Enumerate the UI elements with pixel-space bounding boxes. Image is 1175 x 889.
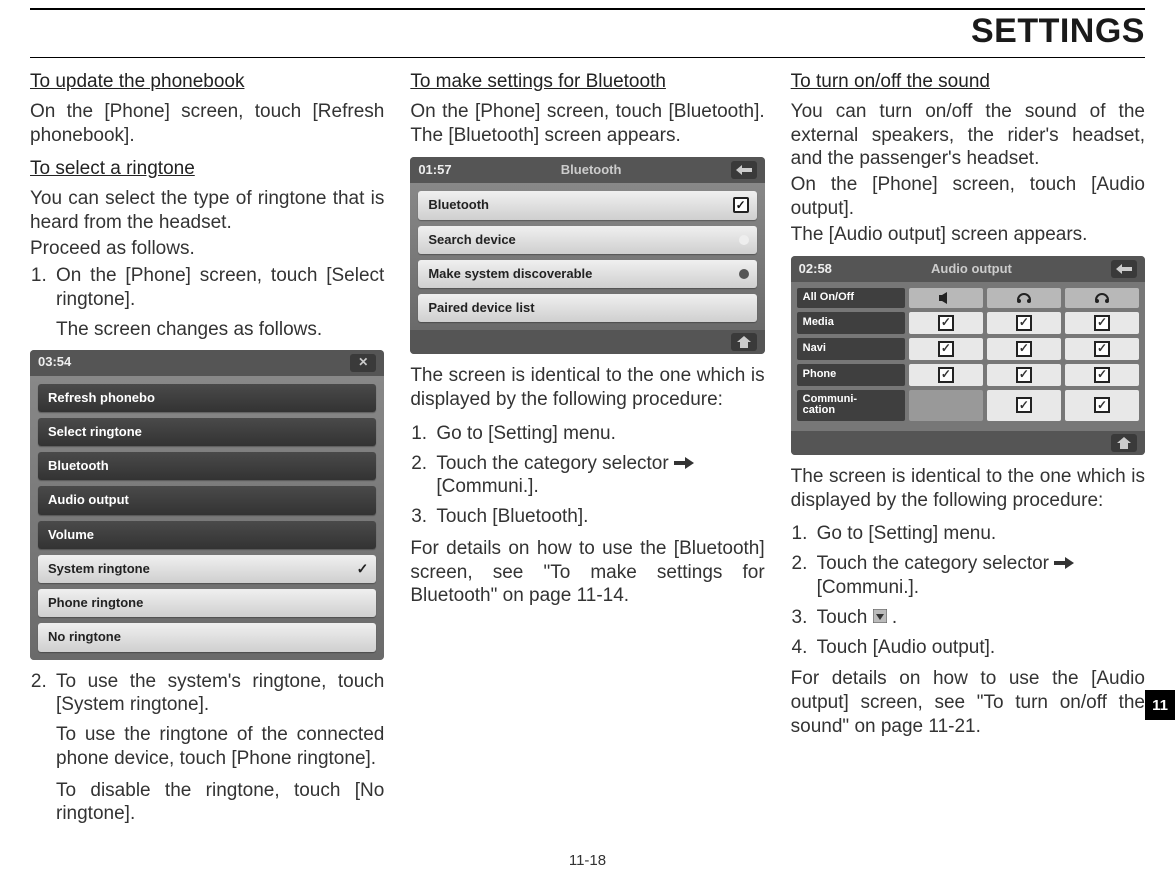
heading-update-phonebook: To update the phonebook — [30, 70, 384, 94]
screen-title: Bluetooth — [462, 162, 721, 178]
arrow-right-icon — [674, 452, 694, 476]
page-title: SETTINGS — [30, 12, 1145, 51]
checkbox-icon[interactable]: ✓ — [733, 197, 749, 213]
li-text: The screen changes as follows. — [56, 318, 384, 342]
home-icon[interactable] — [1111, 434, 1137, 452]
heading-bluetooth-settings: To make settings for Bluetooth — [410, 70, 764, 94]
li-text: [Communi.]. — [436, 476, 538, 497]
para: You can turn on/off the sound of the ext… — [791, 100, 1145, 171]
menu-volume[interactable]: Volume — [38, 521, 376, 549]
checkbox[interactable]: ✓ — [987, 312, 1061, 334]
li-text: . — [892, 607, 897, 628]
column-3: To turn on/off the sound You can turn on… — [791, 68, 1145, 834]
column-1: To update the phonebook On the [Phone] s… — [30, 68, 384, 834]
option-system-ringtone[interactable]: System ringtone ✓ — [38, 555, 376, 583]
list-item: Touch . — [813, 606, 1145, 630]
para: On the [Phone] screen, touch [Refresh ph… — [30, 100, 384, 148]
list-item: Touch [Audio output]. — [813, 636, 1145, 660]
para: The screen is identical to the one which… — [410, 364, 764, 412]
headset-icon — [987, 288, 1061, 308]
home-icon[interactable] — [731, 333, 757, 351]
ao-row-phone: Phone — [797, 364, 905, 386]
menu-audio-output[interactable]: Audio output — [38, 486, 376, 514]
row-label: Search device — [428, 232, 515, 247]
checkbox[interactable]: ✓ — [987, 364, 1061, 386]
checkbox[interactable]: ✓ — [909, 338, 983, 360]
list-item: Go to [Setting] menu. — [813, 522, 1145, 546]
ringtone-screenshot: 03:54 ✕ Refresh phonebo Select ringtone … — [30, 350, 384, 660]
check-icon: ✓ — [357, 560, 369, 578]
checkbox-disabled — [909, 390, 983, 421]
ao-row-communication: Communi- cation — [797, 390, 905, 421]
para: For details on how to use the [Audio out… — [791, 667, 1145, 738]
menu-bluetooth[interactable]: Bluetooth — [38, 452, 376, 480]
ao-row-navi: Navi — [797, 338, 905, 360]
para: For details on how to use the [Bluetooth… — [410, 537, 764, 608]
radio-dot-icon — [739, 235, 749, 245]
row-label: Bluetooth — [428, 197, 489, 212]
bluetooth-screenshot: 01:57 Bluetooth Bluetooth ✓ Search devic… — [410, 157, 764, 354]
list-item: Touch [Bluetooth]. — [432, 505, 764, 529]
para: The screen is identical to the one which… — [791, 465, 1145, 513]
menu-select-ringtone[interactable]: Select ringtone — [38, 418, 376, 446]
option-phone-ringtone[interactable]: Phone ringtone — [38, 589, 376, 617]
li-text: Touch the category selector — [436, 453, 674, 474]
bt-toggle[interactable]: Bluetooth ✓ — [418, 191, 756, 219]
screen-title: Audio output — [842, 261, 1101, 277]
chapter-tab: 11 — [1145, 690, 1175, 720]
back-icon[interactable] — [731, 161, 757, 179]
option-no-ringtone[interactable]: No ringtone — [38, 623, 376, 651]
para: You can select the type of ringtone that… — [30, 187, 384, 235]
audio-output-screenshot: 02:58 Audio output All On/Off Media — [791, 256, 1145, 455]
clock: 02:58 — [799, 261, 832, 277]
checkbox[interactable]: ✓ — [1065, 312, 1139, 334]
li-text: [Communi.]. — [817, 577, 919, 598]
para: Proceed as follows. — [30, 237, 384, 261]
bt-discoverable[interactable]: Make system discoverable — [418, 260, 756, 288]
page-number: 11-18 — [30, 852, 1145, 869]
li-text: Touch the category selector — [817, 553, 1055, 574]
list-item: Touch the category selector [Communi.]. — [432, 452, 764, 500]
para: On the [Phone] screen, touch [Bluetooth]… — [410, 100, 764, 148]
checkbox[interactable]: ✓ — [987, 338, 1061, 360]
speaker-icon — [909, 288, 983, 308]
clock: 03:54 — [38, 354, 71, 370]
checkbox[interactable]: ✓ — [987, 390, 1061, 421]
bt-paired-list[interactable]: Paired device list — [418, 294, 756, 322]
li-text: On the [Phone] screen, touch [Select rin… — [56, 265, 384, 310]
list-item: Touch the category selector [Communi.]. — [813, 552, 1145, 600]
ao-row-media: Media — [797, 312, 905, 334]
close-icon[interactable]: ✕ — [350, 354, 376, 372]
checkbox[interactable]: ✓ — [1065, 364, 1139, 386]
checkbox[interactable]: ✓ — [1065, 338, 1139, 360]
list-item: Go to [Setting] menu. — [432, 422, 764, 446]
heading-sound-onoff: To turn on/off the sound — [791, 70, 1145, 94]
checkbox[interactable]: ✓ — [909, 364, 983, 386]
clock: 01:57 — [418, 162, 451, 178]
column-2: To make settings for Bluetooth On the [P… — [410, 68, 764, 834]
headset-icon — [1065, 288, 1139, 308]
option-label: System ringtone — [48, 561, 150, 576]
ao-row-all: All On/Off — [797, 288, 905, 308]
menu-refresh-phonebook[interactable]: Refresh phonebo — [38, 384, 376, 412]
heading-select-ringtone: To select a ringtone — [30, 157, 384, 181]
li-text: Touch — [817, 607, 873, 628]
list-item: On the [Phone] screen, touch [Select rin… — [52, 264, 384, 341]
li-text: To disable the ringtone, touch [No ringt… — [56, 779, 384, 827]
checkbox[interactable]: ✓ — [1065, 390, 1139, 421]
li-text: To use the ringtone of the connected pho… — [56, 723, 384, 771]
para: On the [Phone] screen, touch [Audio outp… — [791, 173, 1145, 221]
row-label: Make system discoverable — [428, 266, 592, 281]
down-arrow-icon — [873, 606, 887, 630]
back-icon[interactable] — [1111, 260, 1137, 278]
bt-search-device[interactable]: Search device — [418, 226, 756, 254]
arrow-right-icon — [1054, 552, 1074, 576]
radio-dot-icon — [739, 269, 749, 279]
checkbox[interactable]: ✓ — [909, 312, 983, 334]
li-text: To use the system's ringtone, touch [Sys… — [56, 671, 384, 716]
para: The [Audio output] screen appears. — [791, 223, 1145, 247]
